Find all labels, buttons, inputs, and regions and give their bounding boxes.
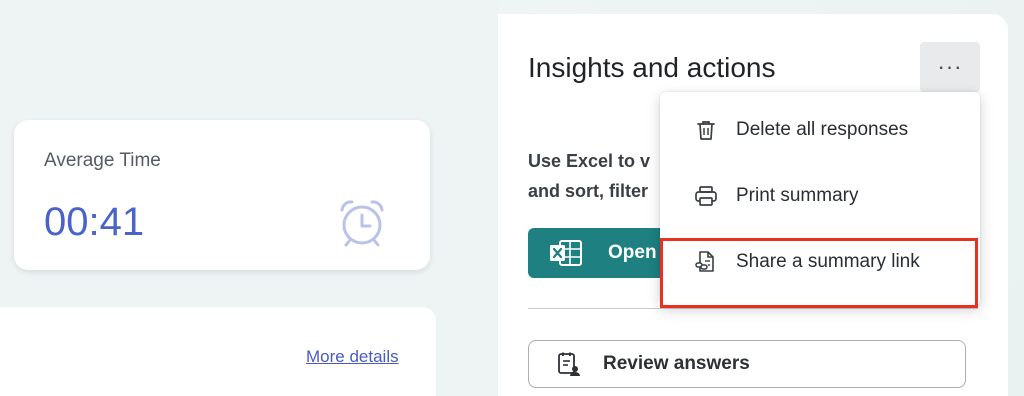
printer-icon — [695, 186, 717, 206]
description-line-2: and sort, filter — [528, 181, 649, 201]
trash-icon — [697, 121, 715, 140]
more-options-button[interactable]: ··· — [920, 42, 980, 92]
more-dots-icon: ··· — [937, 54, 963, 79]
menu-item-label: Print summary — [736, 185, 859, 206]
review-answers-button[interactable]: Review answers — [528, 340, 966, 388]
average-time-value: 00:41 — [44, 200, 145, 244]
more-details-link[interactable]: More details — [306, 347, 399, 367]
menu-item-print-summary[interactable]: Print summary — [660, 164, 980, 228]
insights-description: Use Excel to v and sort, filter — [528, 146, 664, 206]
menu-item-label: Delete all responses — [736, 119, 909, 140]
open-in-excel-button[interactable]: Open — [528, 228, 678, 278]
average-time-label: Average Time — [44, 150, 161, 171]
menu-item-share-summary-link[interactable]: Share a summary link — [660, 230, 980, 294]
left-content-area: Average Time 00:41 More details — [0, 0, 498, 396]
open-excel-label: Open — [608, 242, 657, 263]
excel-icon — [550, 240, 582, 266]
description-line-1: Use Excel to v — [528, 151, 651, 171]
menu-item-label: Share a summary link — [736, 251, 920, 272]
divider — [528, 308, 978, 309]
review-answers-label: Review answers — [603, 353, 750, 374]
average-time-card: Average Time 00:41 — [14, 120, 430, 270]
panel-title: Insights and actions — [528, 52, 776, 83]
review-checklist-icon — [558, 352, 580, 376]
share-link-icon — [695, 251, 714, 272]
alarm-clock-icon — [340, 200, 384, 247]
details-card: More details — [0, 307, 436, 396]
more-options-menu: Delete all responses Print summary Share… — [660, 92, 980, 306]
menu-item-delete-all-responses[interactable]: Delete all responses — [660, 98, 980, 162]
